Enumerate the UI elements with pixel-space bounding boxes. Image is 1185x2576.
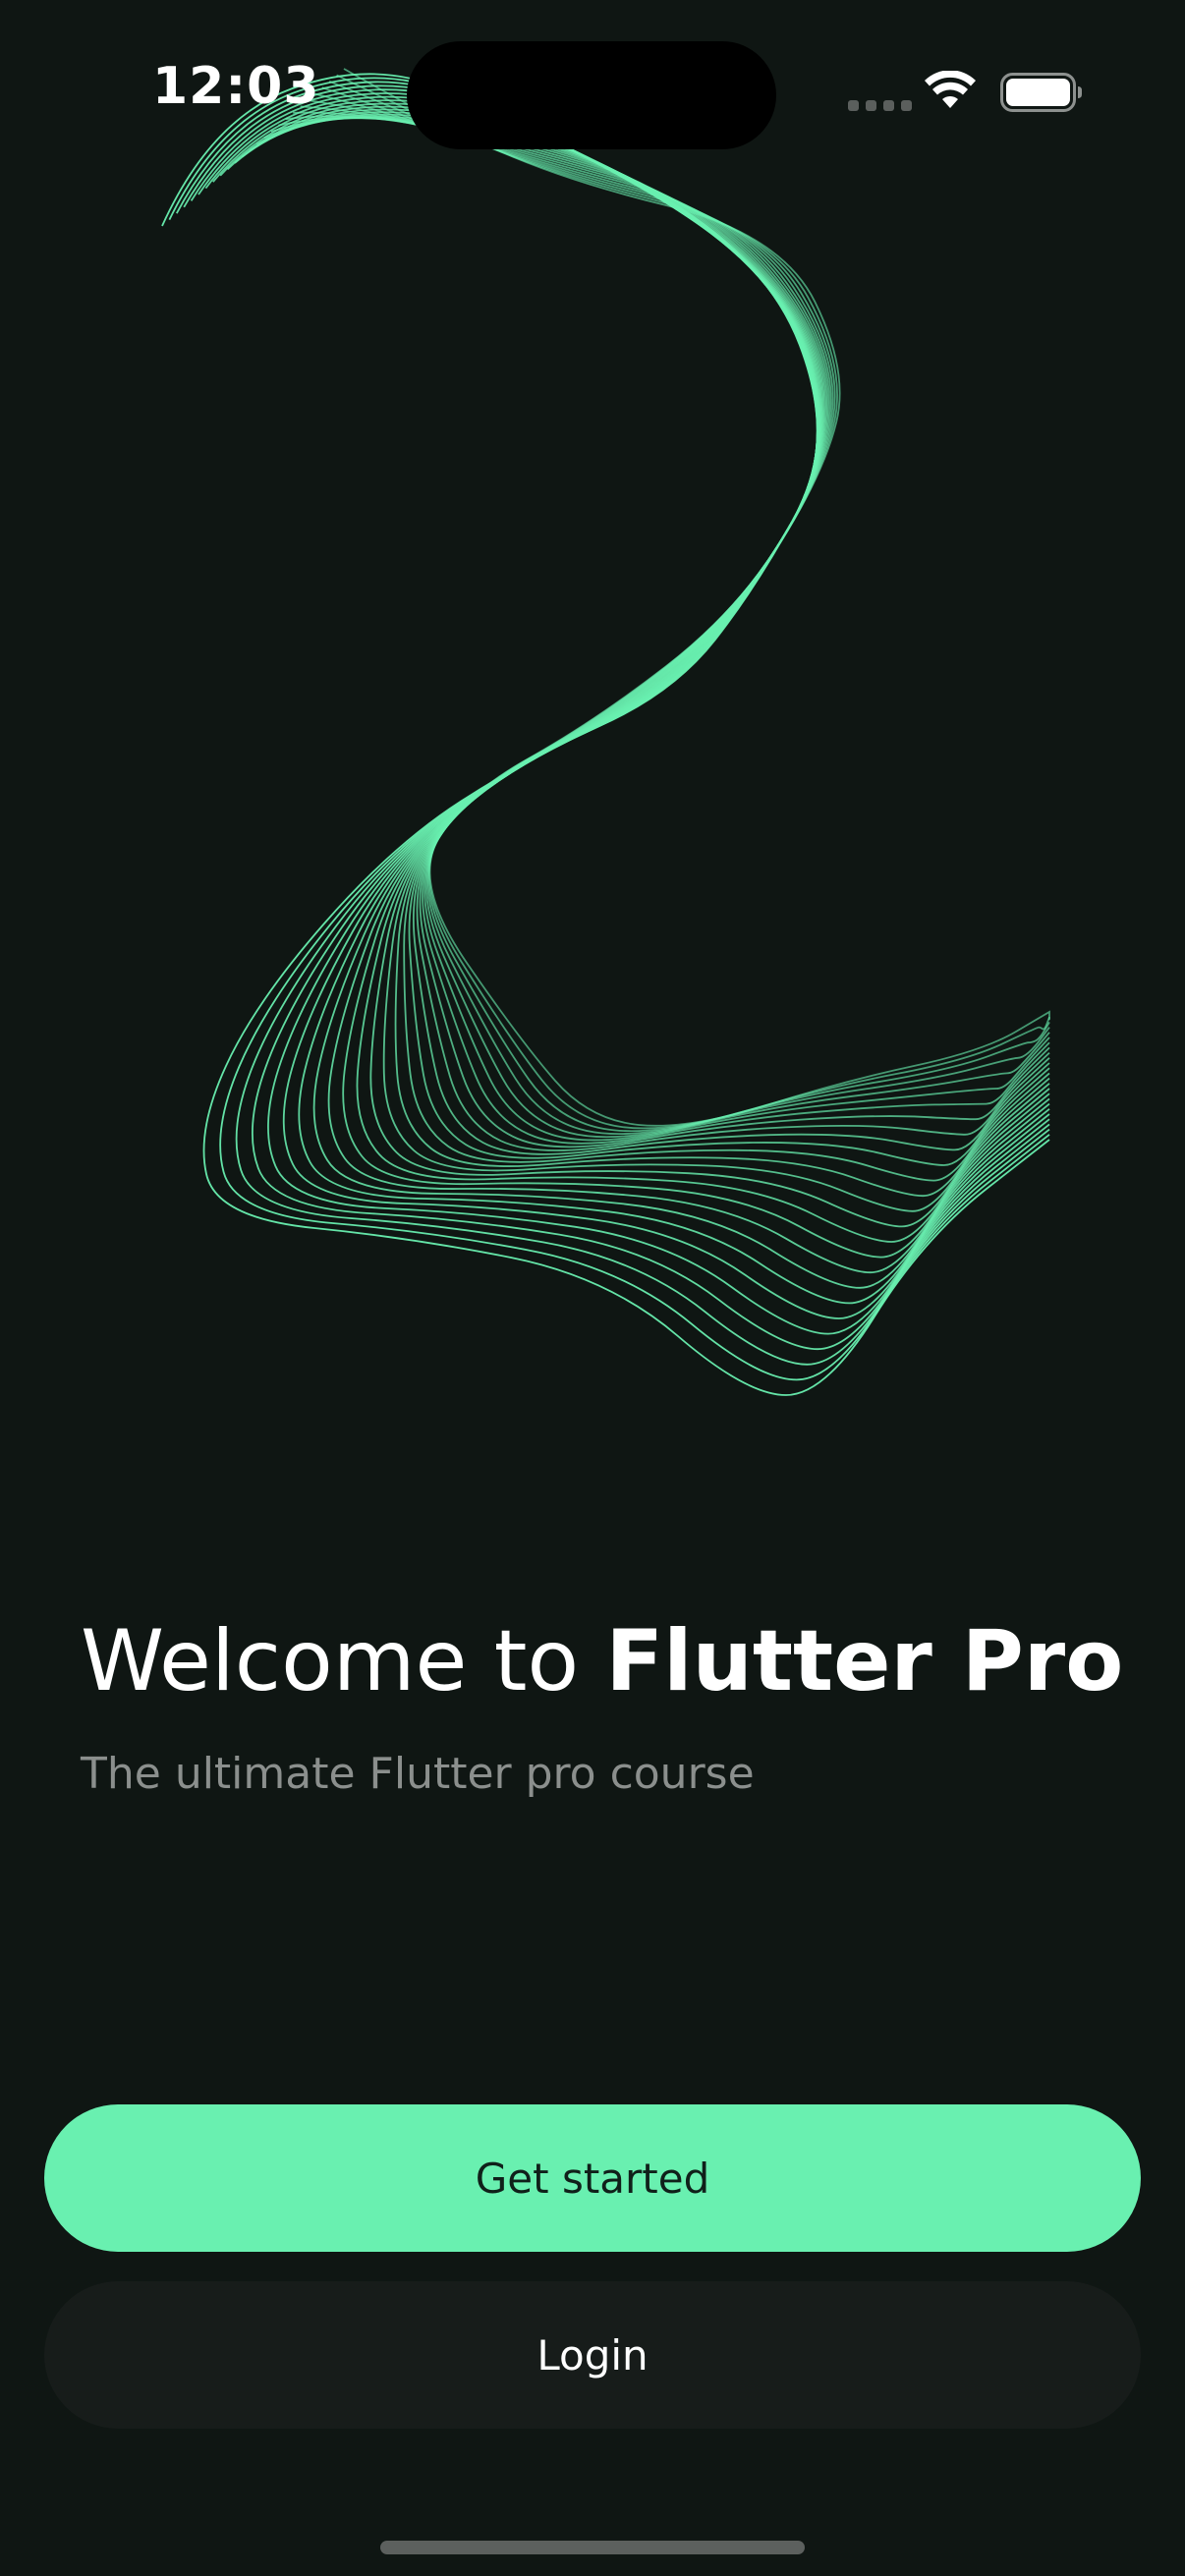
welcome-title: Welcome to Flutter Pro xyxy=(81,1611,1123,1712)
wave-line xyxy=(343,68,1050,1127)
get-started-button[interactable]: Get started xyxy=(44,2104,1141,2252)
wave-line xyxy=(249,113,1050,1212)
wave-line xyxy=(263,116,1050,1182)
status-time: 12:03 xyxy=(152,57,320,116)
welcome-title-prefix: Welcome to xyxy=(81,1612,606,1710)
welcome-screen: 12:03 Welcome to Flutter Pro The ultimat… xyxy=(0,0,1185,2576)
wave-line xyxy=(270,117,1050,1166)
wave-line xyxy=(241,111,1050,1228)
wave-line xyxy=(307,99,1050,1142)
wifi-icon xyxy=(925,71,976,108)
welcome-subtitle: The ultimate Flutter pro course xyxy=(81,1749,755,1799)
wave-line xyxy=(328,80,1050,1133)
brand-name: Flutter Pro xyxy=(605,1612,1124,1710)
wave-line xyxy=(168,77,1050,1381)
wave-line xyxy=(314,92,1050,1139)
wave-illustration xyxy=(161,68,1050,1396)
wave-line xyxy=(321,86,1050,1136)
wave-line xyxy=(278,117,1050,1155)
home-indicator[interactable] xyxy=(380,2541,805,2554)
login-button[interactable]: Login xyxy=(44,2281,1141,2429)
wave-line xyxy=(219,102,1050,1274)
wave-line xyxy=(255,115,1050,1198)
battery-icon xyxy=(1000,73,1082,112)
wave-line xyxy=(176,81,1050,1366)
cellular-signal-icon xyxy=(848,100,912,111)
wave-line xyxy=(285,115,1050,1151)
wave-line xyxy=(226,105,1050,1259)
dynamic-island xyxy=(407,41,776,149)
wave-line xyxy=(293,111,1050,1148)
get-started-label: Get started xyxy=(475,2154,710,2203)
wave-line xyxy=(161,73,1050,1396)
login-label: Login xyxy=(536,2330,649,2380)
